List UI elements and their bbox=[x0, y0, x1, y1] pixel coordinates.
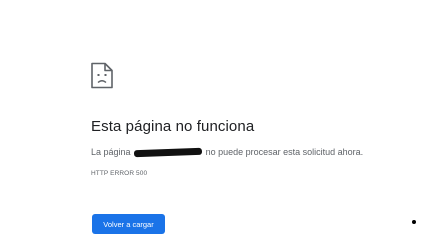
error-page: Esta página no funciona La página no pue… bbox=[0, 0, 437, 250]
error-code: HTTP ERROR 500 bbox=[91, 170, 148, 177]
error-message: La página no puede procesar esta solicit… bbox=[91, 147, 364, 158]
error-message-suffix: no puede procesar esta solicitud ahora. bbox=[205, 147, 364, 157]
error-title: Esta página no funciona bbox=[91, 118, 255, 135]
error-message-prefix: La página bbox=[91, 147, 131, 157]
redacted-url bbox=[133, 147, 203, 158]
reload-button[interactable]: Volver a cargar bbox=[92, 214, 165, 234]
mouse-cursor bbox=[412, 220, 416, 224]
sad-page-icon bbox=[91, 62, 113, 89]
